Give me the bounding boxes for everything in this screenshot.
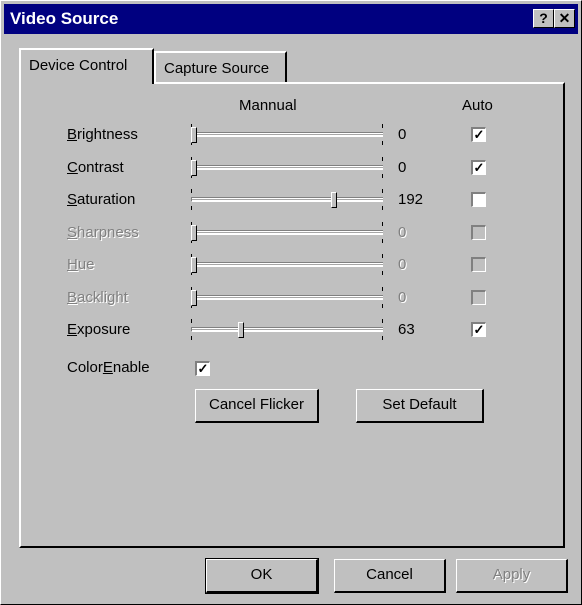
- contrast-auto-checkbox[interactable]: ✓: [471, 160, 486, 175]
- tab-device-control[interactable]: Device Control: [19, 48, 154, 84]
- contrast-slider-track[interactable]: [191, 165, 383, 170]
- hue-auto-checkbox[interactable]: [471, 257, 486, 272]
- contrast-label: Contrast: [67, 159, 124, 176]
- ok-button[interactable]: OK: [205, 558, 319, 594]
- video-source-dialog: Video Source ? ✕ Device Control Capture …: [0, 0, 582, 605]
- window-title: Video Source: [10, 9, 119, 28]
- backlight-label: Backlight: [67, 289, 128, 306]
- exposure-label: Exposure: [67, 321, 131, 338]
- saturation-tick: [382, 206, 383, 210]
- saturation-tick: [191, 189, 192, 193]
- saturation-tick: [382, 189, 383, 193]
- sharpness-slider-thumb: [191, 225, 197, 241]
- sharpness-value: 0: [398, 224, 407, 241]
- contrast-value: 0: [398, 159, 407, 176]
- cancel-button[interactable]: Cancel: [334, 559, 446, 593]
- backlight-slider-track[interactable]: [191, 295, 383, 300]
- hue-value: 0: [398, 256, 407, 273]
- saturation-auto-checkbox[interactable]: [471, 192, 486, 207]
- saturation-label: Saturation: [67, 191, 136, 208]
- brightness-value: 0: [398, 126, 407, 143]
- help-button[interactable]: ?: [533, 9, 554, 28]
- exposure-tick: [191, 336, 192, 340]
- exposure-slider-track[interactable]: [191, 327, 383, 332]
- sharpness-tick: [382, 239, 383, 243]
- saturation-value: 192: [398, 191, 424, 208]
- contrast-slider-thumb[interactable]: [191, 160, 197, 176]
- brightness-slider-track[interactable]: [191, 132, 383, 137]
- backlight-tick: [382, 304, 383, 308]
- contrast-tick: [382, 157, 383, 161]
- sharpness-tick: [382, 222, 383, 226]
- hue-tick: [382, 254, 383, 258]
- apply-button[interactable]: Apply: [456, 559, 568, 593]
- saturation-tick: [191, 206, 192, 210]
- contrast-tick: [382, 174, 383, 178]
- exposure-auto-checkbox[interactable]: ✓: [471, 322, 486, 337]
- exposure-value: 63: [398, 321, 415, 338]
- hue-slider-track[interactable]: [191, 262, 383, 267]
- hue-tick: [382, 271, 383, 275]
- set-default-button[interactable]: Set Default: [356, 389, 484, 423]
- sharpness-auto-checkbox[interactable]: [471, 225, 486, 240]
- exposure-tick: [382, 336, 383, 340]
- brightness-auto-checkbox[interactable]: ✓: [471, 127, 486, 142]
- auto-header: Auto: [462, 97, 493, 114]
- manual-header: Mannual: [239, 97, 297, 114]
- brightness-tick: [382, 141, 383, 145]
- saturation-slider-thumb[interactable]: [331, 192, 337, 208]
- color-enable-label: ColorEnable: [67, 359, 150, 376]
- color-enable-checkbox[interactable]: ✓: [195, 361, 210, 376]
- exposure-tick: [191, 319, 192, 323]
- title-bar[interactable]: Video Source ? ✕: [4, 4, 578, 34]
- backlight-slider-thumb: [191, 290, 197, 306]
- brightness-label: Brightness: [67, 126, 138, 143]
- close-button[interactable]: ✕: [554, 9, 575, 28]
- brightness-tick: [382, 124, 383, 128]
- device-control-panel: [19, 82, 565, 548]
- sharpness-label: Sharpness: [67, 224, 139, 241]
- hue-slider-thumb: [191, 257, 197, 273]
- hue-label: Hue: [67, 256, 95, 273]
- saturation-slider-track[interactable]: [191, 197, 383, 202]
- sharpness-slider-track[interactable]: [191, 230, 383, 235]
- tab-capture-source-label: Capture Source: [164, 60, 270, 77]
- cancel-flicker-button[interactable]: Cancel Flicker: [195, 389, 319, 423]
- tab-device-control-label: Device Control: [29, 57, 128, 74]
- backlight-tick: [382, 287, 383, 291]
- backlight-auto-checkbox[interactable]: [471, 290, 486, 305]
- tab-capture-source[interactable]: Capture Source: [154, 51, 287, 84]
- exposure-slider-thumb[interactable]: [238, 322, 244, 338]
- exposure-tick: [382, 319, 383, 323]
- brightness-slider-thumb[interactable]: [191, 127, 197, 143]
- backlight-value: 0: [398, 289, 407, 306]
